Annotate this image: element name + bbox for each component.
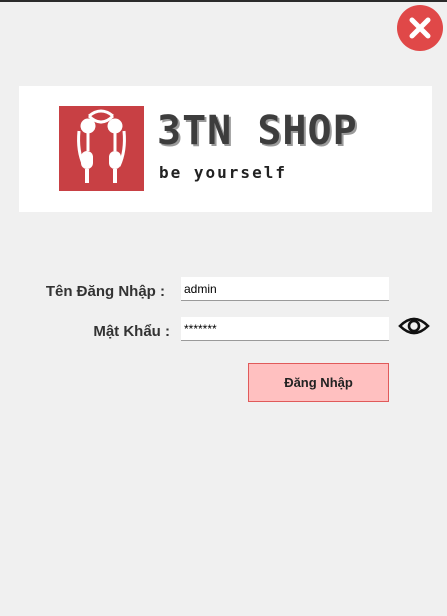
shop-banner: 3TN SHOP be yourself	[19, 86, 432, 212]
username-label: Tên Đăng Nhập :	[45, 283, 165, 300]
show-password-button[interactable]	[398, 315, 430, 337]
username-field[interactable]	[181, 277, 389, 301]
password-label: Mật Khẩu :	[93, 323, 170, 340]
brand-name: 3TN SHOP	[157, 108, 358, 154]
eye-icon	[398, 317, 430, 335]
login-button[interactable]: Đăng Nhập	[248, 363, 389, 402]
close-icon	[409, 17, 431, 39]
close-button[interactable]	[397, 5, 443, 51]
window-top-border	[0, 0, 447, 2]
earphones-logo-icon	[59, 106, 144, 191]
brand-slogan: be yourself	[159, 163, 287, 182]
password-field[interactable]	[181, 317, 389, 341]
